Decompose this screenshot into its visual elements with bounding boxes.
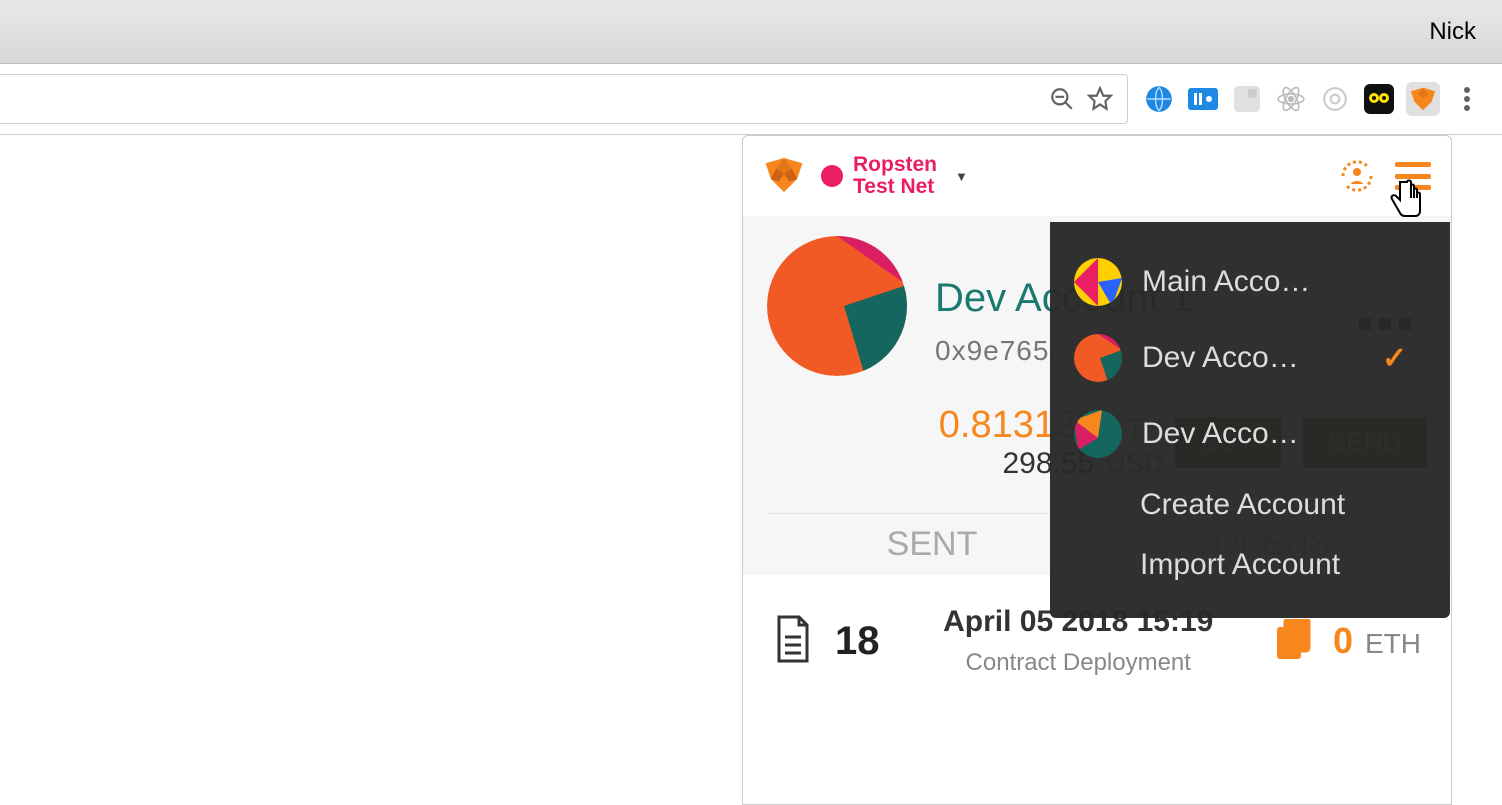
tx-description: Contract Deployment: [902, 649, 1255, 677]
hamburger-menu-button[interactable]: [1395, 162, 1431, 190]
extension-strip: [1142, 82, 1502, 116]
extension-react-icon[interactable]: [1274, 82, 1308, 116]
switcher-item-label: Dev Acco…: [1142, 417, 1362, 451]
check-icon: ✓: [1382, 341, 1407, 376]
mac-user-name: Nick: [1429, 18, 1476, 46]
switcher-item-label: Dev Acco…: [1142, 341, 1362, 375]
network-label: RopstenTest Net: [853, 154, 937, 198]
network-indicator-icon: [821, 165, 843, 187]
switcher-item-main[interactable]: Main Acco…: [1068, 244, 1432, 320]
extension-globe-icon[interactable]: [1142, 82, 1176, 116]
avatar-icon: [1074, 334, 1122, 382]
extension-5-icon[interactable]: [1318, 82, 1352, 116]
tx-amount-unit: ETH: [1365, 628, 1421, 660]
extension-dev-icon[interactable]: [1186, 82, 1220, 116]
tx-nonce: 18: [835, 619, 880, 664]
switcher-item-label: Main Acco…: [1142, 265, 1362, 299]
account-switcher-button[interactable]: [1337, 156, 1377, 196]
avatar-icon: [1074, 410, 1122, 458]
mac-titlebar: Nick: [0, 0, 1502, 64]
avatar-icon: [1074, 258, 1122, 306]
extension-3-icon[interactable]: [1230, 82, 1264, 116]
chevron-down-icon: ▼: [955, 169, 968, 184]
tx-amount: 0: [1333, 620, 1353, 662]
browser-toolbar: [0, 64, 1502, 135]
extension-owl-icon[interactable]: [1362, 82, 1396, 116]
metamask-logo-icon: [763, 155, 805, 197]
copy-icon[interactable]: [1277, 619, 1311, 664]
popup-header: RopstenTest Net ▼: [743, 136, 1451, 216]
switcher-item-dev-2[interactable]: Dev Acco…: [1068, 396, 1432, 472]
account-avatar-icon: [767, 236, 907, 376]
create-account-button[interactable]: Create Account: [1068, 472, 1432, 532]
import-account-button[interactable]: Import Account: [1068, 532, 1432, 592]
address-bar[interactable]: [0, 74, 1128, 124]
tab-sent[interactable]: SENT: [767, 514, 1097, 575]
zoom-out-icon[interactable]: [1043, 80, 1081, 118]
document-icon: [773, 615, 813, 668]
switcher-item-dev-1[interactable]: Dev Acco… ✓: [1068, 320, 1432, 396]
browser-menu-icon[interactable]: [1450, 82, 1484, 116]
account-switcher-menu: Main Acco… Dev Acco… ✓ Dev Acco… Create …: [1050, 222, 1450, 618]
star-icon[interactable]: [1081, 80, 1119, 118]
extension-metamask-icon[interactable]: [1406, 82, 1440, 116]
network-selector[interactable]: RopstenTest Net ▼: [853, 154, 968, 198]
